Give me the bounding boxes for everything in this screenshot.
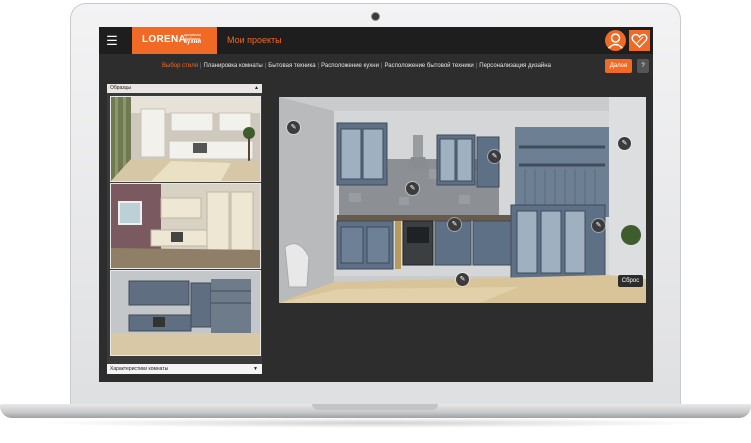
room-characteristics-label: Характеристики комнаты bbox=[110, 366, 169, 372]
my-projects-link[interactable]: Мои проекты bbox=[227, 35, 282, 45]
collapse-icon[interactable]: ▲ bbox=[254, 84, 259, 93]
top-bar: ☰ LORENA кухонная фабрика кухни Мои прое… bbox=[99, 27, 653, 54]
help-button[interactable]: ? bbox=[637, 59, 649, 73]
step-appliances[interactable]: Бытовая техника bbox=[268, 63, 315, 69]
laptop-notch bbox=[312, 404, 438, 410]
pencil-icon[interactable]: ✎ bbox=[456, 273, 469, 286]
brand-logo[interactable]: LORENA кухонная фабрика кухни bbox=[132, 27, 217, 54]
app-screen: ☰ LORENA кухонная фабрика кухни Мои прое… bbox=[99, 27, 653, 382]
step-kitchen-placement[interactable]: Расположение кухни bbox=[321, 63, 379, 69]
kitchen-3d-view[interactable]: ✎ ✎ ✎ ✎ ✎ ✎ ✎ Сброс bbox=[279, 97, 646, 303]
hamburger-icon[interactable]: ☰ bbox=[103, 32, 121, 49]
pencil-icon[interactable]: ✎ bbox=[448, 218, 461, 231]
reset-button[interactable]: Сброс bbox=[618, 275, 643, 287]
pencil-icon[interactable]: ✎ bbox=[287, 121, 300, 134]
camera-icon bbox=[372, 13, 379, 20]
step-style[interactable]: Выбор стиля bbox=[162, 63, 198, 69]
laptop-shadow bbox=[30, 418, 720, 428]
step-design-personalization[interactable]: Персонализация дизайна bbox=[479, 63, 551, 69]
sample-thumbnail-2[interactable] bbox=[110, 183, 261, 269]
steps-bar: Выбор стиля | Планировка комнаты | Бытовая т… bbox=[99, 54, 653, 79]
pencil-icon[interactable]: ✎ bbox=[406, 182, 419, 195]
samples-header-label: Образцы bbox=[110, 85, 132, 91]
logo-text: LORENA bbox=[142, 34, 187, 45]
steps-nav: Выбор стиля | Планировка комнаты | Бытовая т… bbox=[162, 63, 551, 69]
step-appliance-placement[interactable]: Расположение бытовой техники bbox=[384, 63, 473, 69]
logo-subtext-2: кухни bbox=[184, 39, 202, 45]
next-button[interactable]: Далее bbox=[605, 59, 632, 73]
pencil-icon[interactable]: ✎ bbox=[488, 150, 501, 163]
sample-thumbnail-3[interactable] bbox=[110, 270, 261, 356]
step-room-layout[interactable]: Планировка комнаты bbox=[204, 63, 263, 69]
samples-header[interactable]: Образцы ▲ bbox=[107, 84, 262, 93]
samples-panel: Образцы ▲ Характеристики комнаты ▼ bbox=[107, 84, 262, 374]
chevron-down-icon: ▼ bbox=[253, 366, 258, 372]
heart-percent-icon[interactable] bbox=[629, 30, 650, 51]
pencil-icon[interactable]: ✎ bbox=[592, 219, 605, 232]
room-characteristics-select[interactable]: Характеристики комнаты ▼ bbox=[107, 364, 262, 374]
user-icon[interactable] bbox=[605, 30, 626, 51]
sample-thumbnail-1[interactable] bbox=[110, 96, 261, 182]
pencil-icon[interactable]: ✎ bbox=[618, 137, 631, 150]
